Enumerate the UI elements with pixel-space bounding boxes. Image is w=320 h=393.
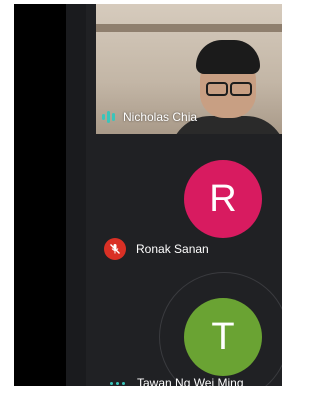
video-person-glasses — [206, 82, 252, 96]
left-panel — [14, 4, 66, 386]
meeting-screen: Nicholas Chia R Ronak Sanan T Tawan Ng W… — [14, 4, 282, 386]
mic-off-icon — [104, 238, 126, 260]
panel-divider — [66, 4, 86, 386]
three-dots-icon — [110, 381, 125, 385]
participant-name: Ronak Sanan — [136, 242, 209, 256]
participant-name: Nicholas Chia — [123, 110, 198, 124]
participant-label-tawan: Tawan Ng Wei Ming — [110, 376, 244, 386]
avatar-initial: R — [209, 177, 237, 220]
video-person-hair — [196, 40, 260, 74]
avatar-initial: T — [211, 315, 235, 358]
participant-avatar-tawan[interactable]: T — [184, 298, 262, 376]
video-shelf — [96, 24, 282, 32]
participant-avatar-ronak[interactable]: R — [184, 160, 262, 238]
participant-label-ronak: Ronak Sanan — [104, 238, 209, 260]
audio-bars-icon — [102, 111, 115, 123]
participant-name: Tawan Ng Wei Ming — [137, 376, 244, 386]
participant-label-nicholas: Nicholas Chia — [102, 108, 197, 126]
